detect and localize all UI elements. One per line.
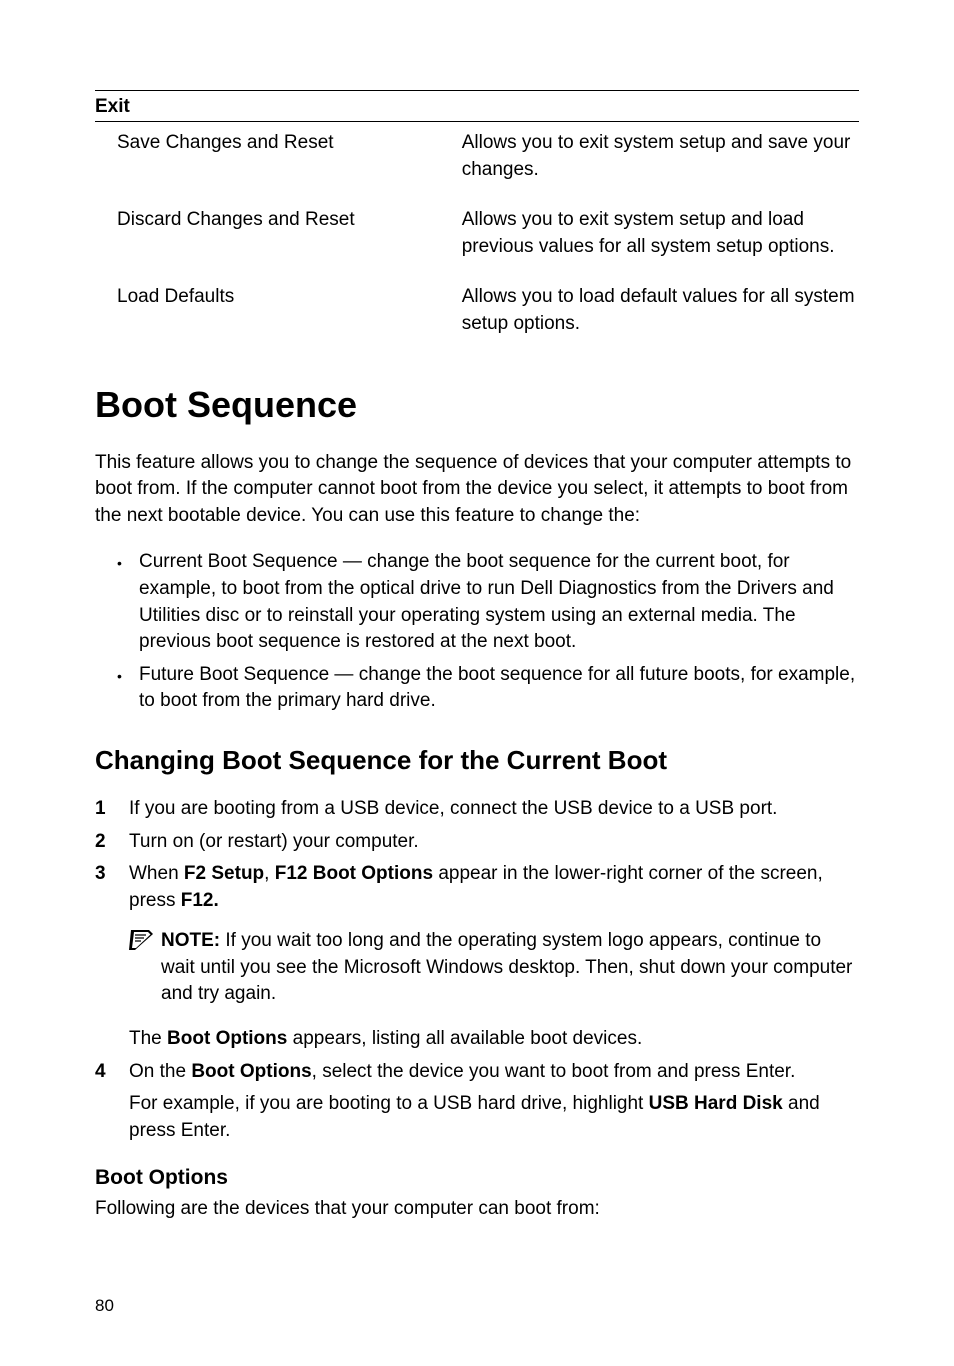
list-item: Current Boot Sequence — change the boot … (117, 549, 859, 655)
table-row: Save Changes and Reset Allows you to exi… (95, 122, 859, 199)
step-number: 3 (95, 861, 129, 1053)
note-block: NOTE: If you wait too long and the opera… (129, 928, 859, 1008)
subsection-heading: Boot Options (95, 1166, 859, 1190)
text-fragment: When (129, 863, 184, 884)
text-fragment: , select the device you want to boot fro… (312, 1061, 796, 1082)
page-number: 80 (95, 1296, 114, 1316)
intro-paragraph: This feature allows you to change the se… (95, 450, 859, 530)
bold-text: F12. (181, 890, 219, 911)
body-text: Following are the devices that your comp… (95, 1196, 859, 1223)
step-item: 4 On the Boot Options, select the device… (95, 1059, 859, 1145)
exit-item-label: Discard Changes and Reset (95, 207, 462, 260)
bold-text: Boot Options (191, 1061, 311, 1082)
table-row: Load Defaults Allows you to load default… (95, 276, 859, 353)
bold-text: USB Hard Disk (649, 1093, 783, 1114)
page-title: Boot Sequence (95, 384, 859, 426)
bold-text: Boot Options (167, 1028, 287, 1049)
numbered-steps: 1 If you are booting from a USB device, … (95, 796, 859, 1145)
bullet-list: Current Boot Sequence — change the boot … (95, 549, 859, 715)
step-number: 1 (95, 796, 129, 823)
step-text: On the Boot Options, select the device y… (129, 1059, 859, 1145)
exit-item-label: Load Defaults (95, 284, 462, 337)
step-item: 2 Turn on (or restart) your computer. (95, 829, 859, 856)
text-fragment: For example, if you are booting to a USB… (129, 1093, 649, 1114)
exit-item-desc: Allows you to exit system setup and load… (462, 207, 859, 260)
text-fragment: On the (129, 1061, 191, 1082)
step-subtext: The Boot Options appears, listing all av… (129, 1026, 859, 1053)
bold-text: F12 Boot Options (275, 863, 433, 884)
text-fragment: appears, listing all available boot devi… (287, 1028, 642, 1049)
text-fragment: The (129, 1028, 167, 1049)
note-body: If you wait too long and the operating s… (161, 930, 852, 1004)
step-text: When F2 Setup, F12 Boot Options appear i… (129, 861, 859, 1053)
exit-section-header: Exit (95, 93, 859, 121)
exit-item-desc: Allows you to exit system setup and save… (462, 130, 859, 183)
list-item: Future Boot Sequence — change the boot s… (117, 662, 859, 715)
step-text: If you are booting from a USB device, co… (129, 796, 859, 823)
exit-item-desc: Allows you to load default values for al… (462, 284, 859, 337)
text-fragment: , (264, 863, 275, 884)
exit-table: Save Changes and Reset Allows you to exi… (95, 122, 859, 354)
note-icon (129, 928, 155, 1008)
exit-item-label: Save Changes and Reset (95, 130, 462, 183)
note-text: NOTE: If you wait too long and the opera… (161, 928, 859, 1008)
step-item: 3 When F2 Setup, F12 Boot Options appear… (95, 861, 859, 1053)
step-subtext: For example, if you are booting to a USB… (129, 1091, 859, 1144)
bold-text: F2 Setup (184, 863, 264, 884)
table-row: Discard Changes and Reset Allows you to … (95, 199, 859, 276)
step-number: 4 (95, 1059, 129, 1145)
section-heading: Changing Boot Sequence for the Current B… (95, 745, 859, 776)
step-number: 2 (95, 829, 129, 856)
step-item: 1 If you are booting from a USB device, … (95, 796, 859, 823)
step-text: Turn on (or restart) your computer. (129, 829, 859, 856)
note-label: NOTE: (161, 930, 220, 951)
